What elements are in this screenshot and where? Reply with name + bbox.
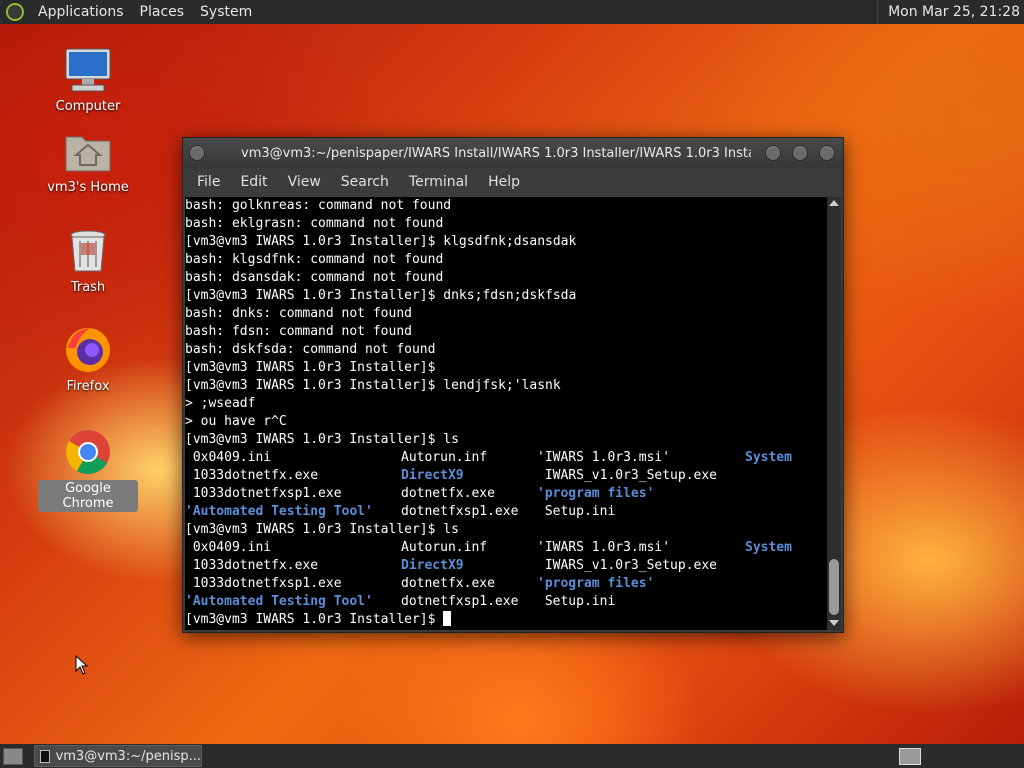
ls-row: 'Automated Testing Tool' dotnetfxsp1.exe… — [185, 503, 827, 521]
top-panel: Applications Places System Mon Mar 25, 2… — [0, 0, 1024, 24]
maximize-button[interactable] — [792, 145, 808, 161]
taskbar-button-label: vm3@vm3:~/penisp... — [55, 748, 201, 764]
ls-dir: System — [745, 450, 792, 465]
terminal-line: bash: klgsdfnk: command not found — [185, 252, 444, 267]
menu-help[interactable]: Help — [478, 174, 530, 190]
menu-file[interactable]: File — [187, 174, 230, 190]
ls-file: IWARS_v1.0r3_Setup.exe — [537, 468, 718, 483]
ls-file: 'IWARS 1.0r3.msi' — [537, 540, 671, 555]
ls-file: dotnetfx.exe — [401, 576, 495, 591]
ls-file: 0x0409.ini — [185, 540, 272, 555]
terminal-line: [vm3@vm3 IWARS 1.0r3 Installer]$ — [185, 360, 436, 375]
terminal-line: > ;wseadf — [185, 396, 256, 411]
desktop-icon-label: Firefox — [66, 379, 110, 394]
ls-file: 0x0409.ini — [185, 450, 272, 465]
prompt: [vm3@vm3 IWARS 1.0r3 Installer]$ — [185, 612, 444, 627]
close-button[interactable] — [819, 145, 835, 161]
text-cursor — [443, 611, 452, 626]
ls-file: IWARS_v1.0r3_Setup.exe — [537, 558, 718, 573]
terminal-line: bash: dnks: command not found — [185, 306, 412, 321]
distro-logo-icon[interactable] — [6, 3, 24, 21]
scroll-up-arrow-icon[interactable] — [829, 200, 839, 206]
desktop-icon-chrome[interactable]: Google Chrome — [38, 428, 138, 512]
desktop-icon-label: Computer — [55, 99, 121, 114]
ls-file: Setup.ini — [537, 504, 616, 519]
desktop-icon-home[interactable]: vm3's Home — [38, 127, 138, 196]
terminal-line: [vm3@vm3 IWARS 1.0r3 Installer]$ ls — [185, 522, 459, 537]
desktop-icon-label: Google Chrome — [38, 480, 138, 512]
firefox-icon — [64, 326, 112, 374]
ls-file: 1033dotnetfx.exe — [185, 468, 319, 483]
ls-row: 0x0409.ini Autorun.inf 'IWARS 1.0r3.msi'… — [185, 539, 827, 557]
menu-terminal[interactable]: Terminal — [399, 174, 478, 190]
menu-system[interactable]: System — [192, 4, 260, 20]
ls-dir: 'Automated Testing Tool' — [185, 594, 373, 609]
terminal-line: [vm3@vm3 IWARS 1.0r3 Installer]$ dnks;fd… — [185, 288, 577, 303]
computer-icon — [64, 46, 112, 94]
trash-icon — [64, 227, 112, 275]
ls-file: 1033dotnetfx.exe — [185, 558, 319, 573]
bottom-panel: vm3@vm3:~/penisp... — [0, 744, 1024, 768]
workspace-switcher[interactable] — [899, 748, 921, 765]
ls-row: 1033dotnetfxsp1.exe dotnetfx.exe 'progra… — [185, 485, 827, 503]
ls-file: dotnetfxsp1.exe — [401, 594, 519, 609]
desktop-icon-label: Trash — [70, 280, 106, 295]
ls-dir: System — [745, 540, 792, 555]
clock[interactable]: Mon Mar 25, 21:28 — [877, 0, 1024, 24]
ls-file: dotnetfx.exe — [401, 486, 495, 501]
ls-dir: 'Automated Testing Tool' — [185, 504, 373, 519]
terminal-line: bash: golknreas: command not found — [185, 198, 452, 213]
window-title: vm3@vm3:~/penispaper/IWARS Install/IWARS… — [241, 145, 751, 161]
menu-view[interactable]: View — [278, 174, 331, 190]
ls-dir: DirectX9 — [401, 468, 464, 483]
show-desktop-icon[interactable] — [3, 748, 23, 765]
minimize-button[interactable] — [765, 145, 781, 161]
ls-dir: DirectX9 — [401, 558, 464, 573]
mouse-pointer-icon — [75, 655, 89, 675]
ls-file: 1033dotnetfxsp1.exe — [185, 576, 342, 591]
terminal-line: bash: dskfsda: command not found — [185, 342, 436, 357]
terminal-scrollbar[interactable] — [827, 197, 841, 630]
terminal-menubar: File Edit View Search Terminal Help — [183, 168, 843, 195]
desktop-icon-label: vm3's Home — [47, 180, 129, 195]
ls-file: Autorun.inf — [401, 540, 488, 555]
ls-row: 0x0409.ini Autorun.inf 'IWARS 1.0r3.msi'… — [185, 449, 827, 467]
ls-file: Autorun.inf — [401, 450, 488, 465]
terminal-line: bash: dsansdak: command not found — [185, 270, 444, 285]
ls-row: 1033dotnetfx.exe DirectX9 IWARS_v1.0r3_S… — [185, 557, 827, 575]
taskbar-terminal-button[interactable]: vm3@vm3:~/penisp... — [34, 745, 202, 767]
terminal-line: bash: eklgrasn: command not found — [185, 216, 444, 231]
terminal-icon — [40, 749, 50, 763]
menu-edit[interactable]: Edit — [230, 174, 277, 190]
desktop-icon-trash[interactable]: Trash — [38, 227, 138, 296]
desktop-icon-firefox[interactable]: Firefox — [38, 326, 138, 395]
terminal-titlebar[interactable]: vm3@vm3:~/penispaper/IWARS Install/IWARS… — [183, 138, 843, 168]
desktop-icon-computer[interactable]: Computer — [38, 46, 138, 115]
terminal-line: [vm3@vm3 IWARS 1.0r3 Installer]$ klgsdfn… — [185, 234, 577, 249]
menu-places[interactable]: Places — [132, 4, 193, 20]
window-menu-button[interactable] — [189, 145, 205, 161]
menu-search[interactable]: Search — [331, 174, 399, 190]
terminal-output[interactable]: bash: golknreas: command not found bash:… — [185, 197, 827, 630]
chrome-icon — [64, 428, 112, 476]
scrollbar-thumb[interactable] — [829, 559, 839, 615]
prompt-line[interactable]: [vm3@vm3 IWARS 1.0r3 Installer]$ — [185, 611, 827, 629]
ls-dir: 'program files' — [537, 576, 655, 591]
ls-file: Setup.ini — [537, 594, 616, 609]
ls-file: dotnetfxsp1.exe — [401, 504, 519, 519]
terminal-line: > ou have r^C — [185, 414, 287, 429]
ls-row: 'Automated Testing Tool' dotnetfxsp1.exe… — [185, 593, 827, 611]
terminal-line: bash: fdsn: command not found — [185, 324, 412, 339]
ls-row: 1033dotnetfxsp1.exe dotnetfx.exe 'progra… — [185, 575, 827, 593]
terminal-line: [vm3@vm3 IWARS 1.0r3 Installer]$ ls — [185, 432, 459, 447]
ls-dir: 'program files' — [537, 486, 655, 501]
ls-row: 1033dotnetfx.exe DirectX9 IWARS_v1.0r3_S… — [185, 467, 827, 485]
ls-file: 'IWARS 1.0r3.msi' — [537, 450, 671, 465]
ls-file: 1033dotnetfxsp1.exe — [185, 486, 342, 501]
scroll-down-arrow-icon[interactable] — [829, 620, 839, 626]
terminal-line: [vm3@vm3 IWARS 1.0r3 Installer]$ lendjfs… — [185, 378, 561, 393]
terminal-window[interactable]: vm3@vm3:~/penispaper/IWARS Install/IWARS… — [182, 137, 844, 633]
home-folder-icon — [64, 127, 112, 175]
menu-applications[interactable]: Applications — [30, 4, 132, 20]
